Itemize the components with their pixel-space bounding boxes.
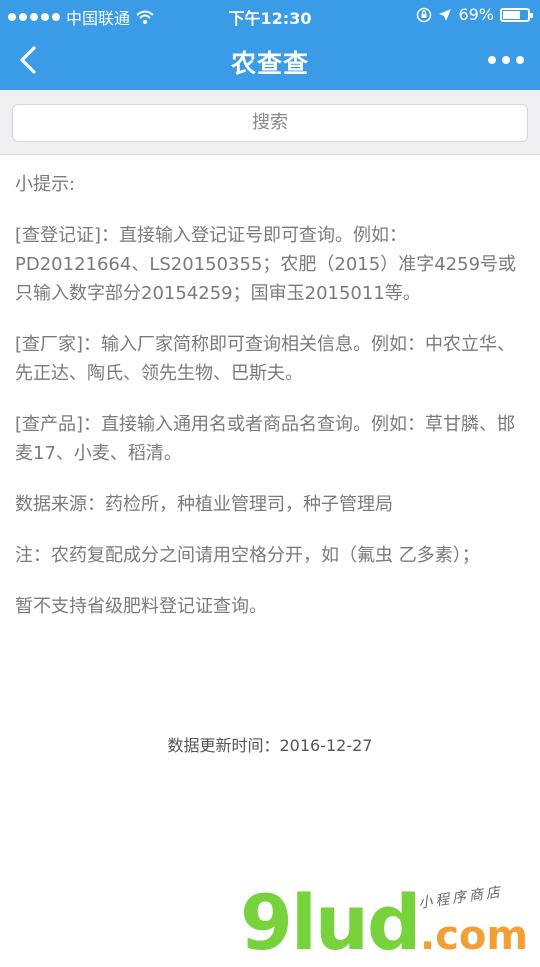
battery-icon	[500, 7, 533, 22]
tip-item: [查登记证]：直接输入登记证号即可查询。例如：PD20121664、LS2015…	[15, 225, 517, 304]
location-arrow-icon	[439, 8, 452, 21]
tips-heading: 小提示:	[15, 174, 76, 195]
status-right: 69%	[416, 5, 533, 24]
tip-item: 暂不支持省级肥料登记证查询。	[15, 596, 267, 617]
more-button[interactable]	[488, 50, 524, 70]
tip-item: [查厂家]：输入厂家简称即可查询相关信息。例如：中农立华、先正达、陶氏、领先生物…	[15, 334, 516, 384]
tip-item: 数据来源：药检所，种植业管理司，种子管理局	[15, 494, 393, 515]
tip-item: 注：农药复配成分之间请用空格分开，如（氟虫 乙多素）；	[15, 545, 480, 566]
battery-percent: 69%	[458, 5, 494, 24]
tip-item: [查产品]：直接输入通用名或者商品名查询。例如：草甘膦、邯麦17、小麦、稻清。	[15, 414, 516, 464]
watermark-main: 9lud	[240, 878, 421, 967]
watermark-tagline: 小程序商店	[417, 884, 504, 912]
watermark-domain: .com	[420, 913, 529, 959]
update-time: 数据更新时间：2016-12-27	[167, 736, 373, 755]
search-bar: 搜索	[0, 90, 540, 155]
watermark-logo: 9lud 小程序商店 .com	[240, 878, 540, 967]
page-title: 农查查	[230, 49, 309, 78]
more-dots-icon	[488, 56, 496, 64]
status-bar: 中国联通 下午12:30 69%	[0, 0, 540, 30]
search-input[interactable]: 搜索	[12, 104, 528, 142]
tips-section: 小提示: [查登记证]：直接输入登记证号即可查询。例如：PD20121664、L…	[15, 170, 527, 643]
nav-bar: 农查查	[0, 30, 540, 90]
rotation-lock-icon	[417, 7, 432, 22]
